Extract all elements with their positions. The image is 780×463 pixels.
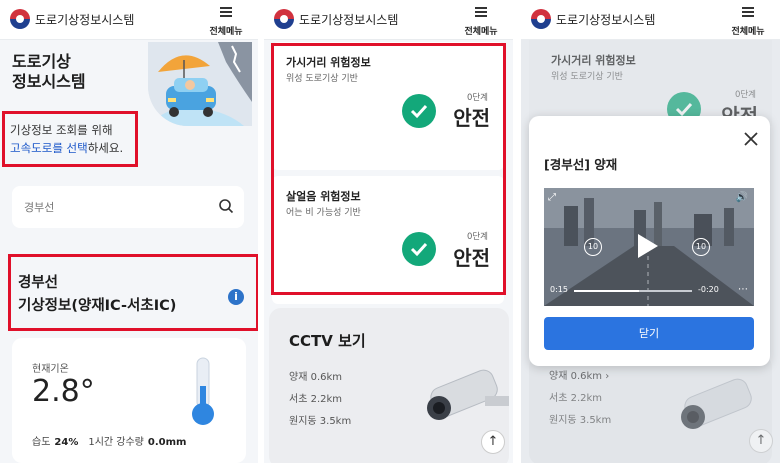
cctv-item[interactable]: 원지동 3.5km (289, 412, 351, 427)
hamburger-icon (742, 7, 754, 17)
highway-search-input[interactable]: 경부선 (12, 186, 244, 228)
screen-risk-info: 도로기상정보시스템 전체메뉴 가시거리 위험정보 위성 도로기상 기반 0단계 … (264, 0, 513, 463)
menu-label: 전체메뉴 (731, 27, 765, 37)
scroll-top-button[interactable]: ↑ (481, 430, 505, 454)
government-logo-icon (531, 9, 551, 29)
hint-link[interactable]: 고속도로를 선택 (10, 141, 88, 155)
cctv-modal: [경부선] 양재 ⤢ 🔊 10 10 0:15 -0:20 ⋯ 닫기 (529, 116, 770, 366)
hamburger-icon (475, 7, 487, 17)
hamburger-icon (220, 7, 232, 17)
fullscreen-icon[interactable]: ⤢ (548, 192, 556, 203)
play-icon[interactable] (636, 232, 660, 260)
hint-line2: 고속도로를 선택하세요. (10, 139, 123, 157)
app-title: 도로기상정보시스템 (299, 13, 399, 27)
app-header: 도로기상정보시스템 전체메뉴 (0, 0, 258, 40)
cctv-item[interactable]: 서초 2.2km (289, 390, 342, 405)
video-time-current: 0:15 (550, 285, 568, 294)
humidity-label: 습도 (32, 437, 51, 448)
hero-title-line2: 정보시스템 (12, 72, 86, 91)
skip-forward-icon[interactable]: 10 (692, 238, 710, 256)
select-highway-hint: 기상정보 조회를 위해 고속도로를 선택하세요. (10, 121, 123, 157)
cctv-section: CCTV 보기 양재 0.6km 서초 2.2km 원지동 3.5km ↑ (269, 308, 509, 463)
app-title: 도로기상정보시스템 (556, 13, 656, 27)
more-options-icon[interactable]: ⋯ (738, 284, 748, 295)
search-placeholder: 경부선 (24, 201, 55, 214)
menu-button[interactable]: 전체메뉴 (726, 7, 770, 38)
rain-value: 0.0mm (147, 437, 187, 448)
current-weather-card: 현재기온 2.8° 습도 24% 1시간 강수량 0.0mm (12, 338, 246, 463)
route-line2: 기상정보(양재IC-서초IC) (18, 298, 177, 314)
route-title: 경부선 기상정보(양재IC-서초IC) (18, 272, 176, 318)
humidity-value: 24% (54, 437, 79, 448)
hero-title-line1: 도로기상 (12, 52, 71, 71)
info-icon[interactable]: i (228, 289, 244, 305)
video-seek-bar[interactable] (574, 290, 692, 292)
screen-home: 도로기상정보시스템 전체메뉴 도로기상 정보시스템 기상정보 조회를 위해 고속… (0, 0, 258, 463)
hint-suffix: 하세요. (87, 141, 124, 155)
humidity-rain-row: 습도 24% 1시간 강수량 0.0mm (32, 433, 186, 448)
search-icon[interactable] (218, 198, 234, 214)
cctv-video-player[interactable]: ⤢ 🔊 10 10 0:15 -0:20 ⋯ (544, 188, 754, 306)
video-seek-progress (574, 290, 639, 292)
three-screen-composite: 도로기상정보시스템 전체메뉴 도로기상 정보시스템 기상정보 조회를 위해 고속… (0, 0, 780, 463)
cctv-title: CCTV 보기 (289, 332, 366, 350)
temp-label: 현재기온 (32, 364, 69, 375)
video-time-remaining: -0:20 (698, 285, 719, 294)
app-header: 도로기상정보시스템 전체메뉴 (521, 0, 780, 40)
menu-button[interactable]: 전체메뉴 (459, 7, 503, 38)
route-line1: 경부선 (18, 275, 59, 291)
car-umbrella-illustration (148, 42, 252, 126)
skip-back-icon[interactable]: 10 (584, 238, 602, 256)
government-logo-icon (274, 9, 294, 29)
volume-icon[interactable]: 🔊 (736, 192, 748, 203)
cctv-item[interactable]: 양재 0.6km (289, 368, 342, 383)
app-header: 도로기상정보시스템 전체메뉴 (264, 0, 513, 40)
rain-label: 1시간 강수량 (88, 437, 144, 448)
modal-close-button[interactable]: 닫기 (544, 317, 754, 350)
screen-cctv-modal: 도로기상정보시스템 전체메뉴 가시거리 위험정보 위성 도로기상 기반 0단계 … (521, 0, 780, 463)
highlight-box-risk (271, 43, 506, 295)
government-logo-icon (10, 9, 30, 29)
app-title: 도로기상정보시스템 (35, 13, 135, 27)
menu-button[interactable]: 전체메뉴 (204, 7, 248, 38)
hint-line1: 기상정보 조회를 위해 (10, 123, 113, 137)
hero-title: 도로기상 정보시스템 (12, 52, 86, 92)
thermometer-icon (192, 357, 214, 425)
menu-label: 전체메뉴 (464, 27, 498, 37)
modal-title: [경부선] 양재 (544, 157, 618, 172)
cctv-camera-icon (427, 369, 509, 420)
menu-label: 전체메뉴 (209, 27, 243, 37)
temp-value: 2.8° (32, 374, 95, 409)
close-icon[interactable] (742, 130, 760, 148)
